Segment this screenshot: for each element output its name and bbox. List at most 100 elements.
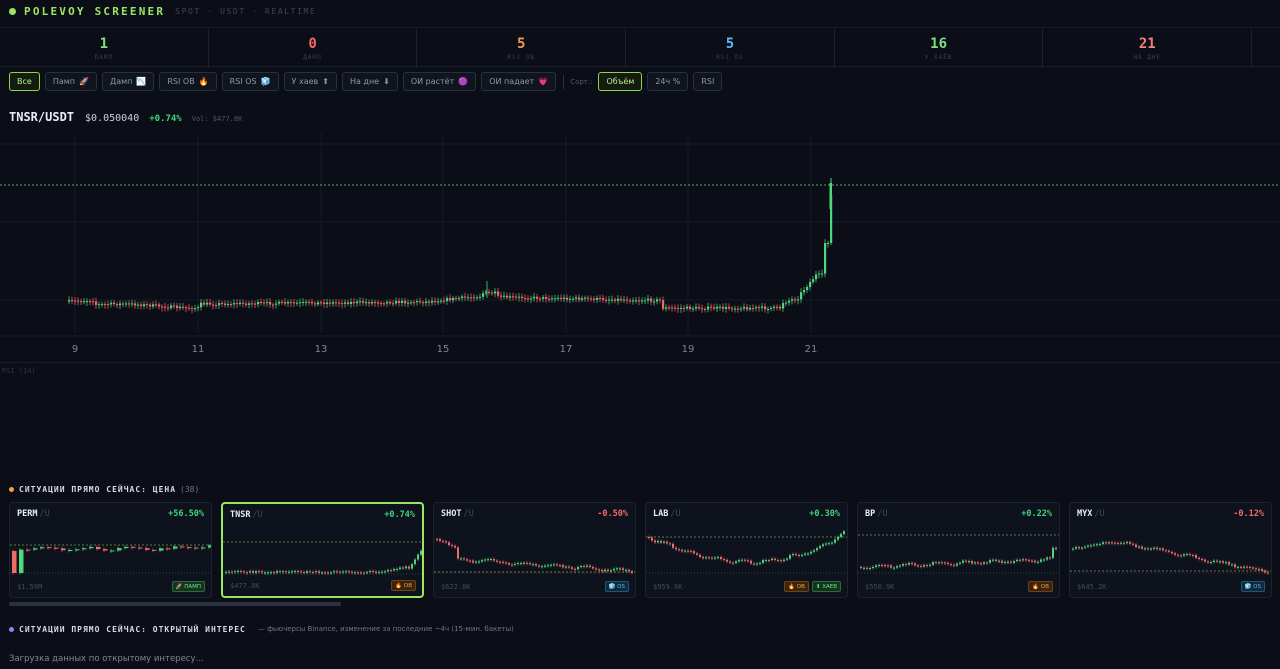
situation-card-lab[interactable]: LAB/U +0.30% $959.6K 🔥 OB ⬆ ХАЕВ [645,502,848,598]
filter-chip-4[interactable]: RSI OS 🧊 [221,72,279,91]
candle-body [590,298,593,300]
candle-body [545,297,548,299]
candle-body [161,306,164,308]
card-candle [1022,559,1024,561]
candle-body [608,299,611,301]
candle-body [293,302,296,304]
card-candle [971,561,973,564]
candle-body [518,296,521,298]
price-chart-svg[interactable]: 9 11 13 15 17 19 21 [0,133,1280,363]
sort-option-1[interactable]: 24ч % [647,72,689,91]
candle-body [803,290,806,293]
price-section-title: СИТУАЦИИ ПРЯМО СЕЙЧАС: ЦЕНА (38) [9,483,199,495]
filter-chip-6[interactable]: На дне ⬇ [341,72,398,91]
x-tick-label: 15 [437,344,450,355]
badge-os: 🧊 OS [604,581,629,592]
card-candle [54,547,59,549]
card-quote: /U [670,509,681,519]
candle-body [206,302,209,305]
card-candle [75,549,80,551]
filter-chip-2[interactable]: Дамп 📉 [101,72,155,91]
candle-body [434,300,437,302]
cards-scrollbar[interactable] [9,602,341,606]
stat-value: 21 [1138,35,1156,52]
candle-body [752,307,755,309]
candle-body [194,308,197,310]
candle-body [725,306,728,309]
card-candle [1249,566,1251,568]
candle-body [404,300,407,304]
card-candle [294,571,296,573]
filter-chip-3[interactable]: RSI OB 🔥 [159,72,217,91]
sort-option-2[interactable]: RSI [693,72,723,91]
card-candle [1052,547,1054,558]
filter-chip-8[interactable]: ОИ падает 💗 [481,72,557,91]
situation-card-tnsr[interactable]: TNSR/U +0.74% $477.8K 🔥 OB [221,502,424,598]
card-candle [201,547,206,549]
card-candle [750,560,752,564]
candle-body [728,306,731,309]
candle-body [653,301,656,303]
card-candle [1189,554,1191,556]
sort-divider [563,74,565,89]
candle-body [296,302,299,304]
candle-body [809,282,812,287]
candle-body [338,302,341,304]
candle-body [500,295,503,297]
stats-bar: 1 ПАМП 0 ДАМП 5 RSI OB 5 RSI OS 16 У ХАЁВ 21 НА ДНЕ [0,27,1280,68]
card-candle [953,564,955,566]
candle-body [701,308,704,310]
card-candle [1237,566,1239,568]
candle-body [320,302,323,304]
situation-card-perm[interactable]: PERM/U +56.50% $1.59M 🚀 ПАМП [9,502,212,598]
candle-body [461,296,464,299]
card-candle [1132,543,1134,545]
situation-card-bp[interactable]: BP/U +0.22% $550.9K 🔥 OB [857,502,1060,598]
candle-body [125,303,128,305]
card-candle [598,569,600,571]
price-chart[interactable]: 9 11 13 15 17 19 21 [0,133,1280,363]
situation-card-myx[interactable]: MYX/U -0.12% $645.2K 🧊 OS [1069,502,1272,598]
filter-chip-5[interactable]: У хаев ⬆ [283,72,337,91]
card-candle [378,571,380,573]
card-candle [255,571,257,573]
candle-body [452,297,455,301]
candle-body [380,303,383,305]
candle-body [134,303,137,306]
card-candle [40,547,45,549]
candle-body [563,297,566,299]
candle-body [566,297,569,300]
candle-body [239,302,242,305]
card-candle [237,571,239,573]
candle-body [92,301,95,303]
card-candle [756,563,758,565]
candle-body [128,303,131,305]
card-candle [327,572,329,574]
candle-body [707,306,710,310]
candle-body [467,297,470,299]
filter-chip-7[interactable]: ОИ растёт 🟣 [402,72,477,91]
candle-body [407,302,410,304]
card-candle [526,562,528,564]
candle-body [353,302,356,304]
card-candle [696,553,698,555]
card-candle [1264,570,1266,573]
situation-card-shot[interactable]: SHOT/U -0.50% $622.8K 🧊 OS [433,502,636,598]
ticker-symbol: TNSR/USDT [9,110,75,124]
card-candle [354,572,356,574]
candle-body [455,297,458,299]
rsi-label: RSI (14) [2,367,36,375]
candle-body [245,303,248,305]
candle-body [740,308,743,310]
candle-body [401,300,404,303]
stat-4: 16 У ХАЁВ [835,28,1044,68]
card-candle [1192,555,1194,557]
filter-chip-0[interactable]: Все [9,72,40,91]
card-candle [1028,559,1030,561]
filter-chip-1[interactable]: Памп 🚀 [44,72,97,91]
card-candle [929,564,931,566]
candle-body [335,302,338,304]
card-candle [252,571,254,573]
sort-option-0[interactable]: Объём [598,72,643,91]
card-candle [926,565,928,567]
